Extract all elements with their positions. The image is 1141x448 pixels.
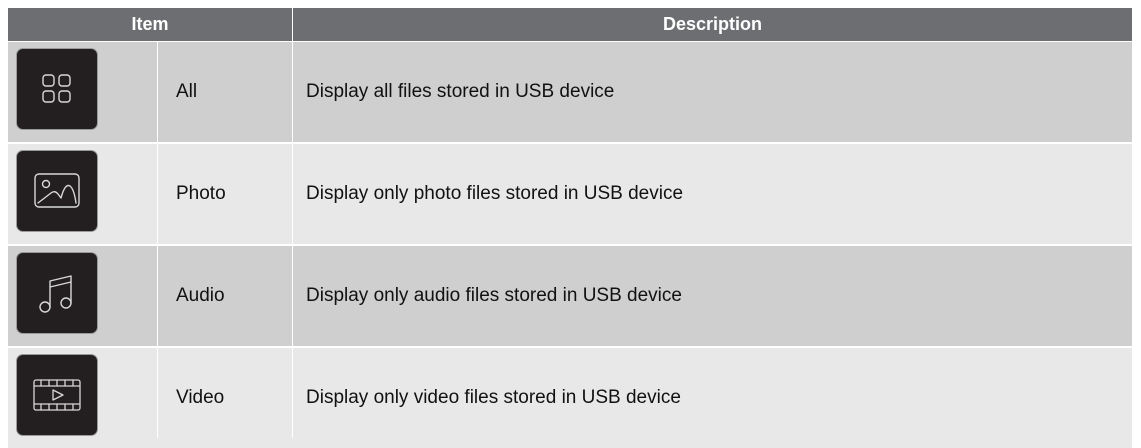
- icon-cell: [8, 144, 157, 244]
- item-name: All: [176, 81, 198, 102]
- grid-icon: [17, 49, 97, 129]
- header-description: Description: [662, 14, 763, 34]
- icon-cell: [8, 348, 157, 448]
- column-divider-description: [292, 42, 293, 438]
- item-name: Audio: [176, 285, 225, 306]
- music-note-icon: [17, 253, 97, 333]
- table-row: Video Display only video files stored in…: [8, 348, 1132, 448]
- column-divider-icon: [157, 42, 158, 438]
- table-row: Photo Display only photo files stored in…: [8, 144, 1132, 244]
- icon-cell: [8, 42, 157, 142]
- item-description: Display only video files stored in USB d…: [306, 387, 681, 408]
- table-row: All Display all files stored in USB devi…: [8, 42, 1132, 142]
- header-item: Item: [131, 14, 169, 34]
- icon-cell: [8, 246, 157, 346]
- item-name: Video: [176, 387, 225, 408]
- photo-icon: [17, 151, 97, 231]
- item-description: Display only photo files stored in USB d…: [306, 183, 684, 204]
- item-description: Display all files stored in USB device: [306, 81, 615, 102]
- row-divider: [8, 346, 1132, 348]
- item-name: Photo: [176, 183, 226, 204]
- table-row: Audio Display only audio files stored in…: [8, 246, 1132, 346]
- row-divider: [8, 244, 1132, 246]
- video-icon: [17, 355, 97, 435]
- row-divider: [8, 142, 1132, 144]
- table-header: Item Description: [8, 8, 1132, 41]
- item-description: Display only audio files stored in USB d…: [306, 285, 682, 306]
